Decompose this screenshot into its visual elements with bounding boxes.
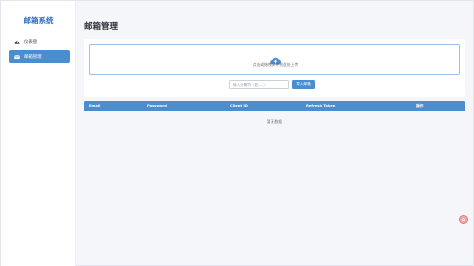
brand-title: 邮箱系统	[23, 16, 54, 25]
separator-input[interactable]	[229, 80, 289, 89]
sidebar-item-email-management[interactable]: 邮箱管理	[9, 50, 70, 63]
dashboard-icon	[14, 39, 20, 45]
floating-action-icon[interactable]: ✿	[459, 215, 468, 224]
sidebar-item-label: 仪表盘	[24, 39, 38, 45]
column-header-email[interactable]: Email	[89, 104, 100, 108]
import-controls: 导入邮箱	[229, 80, 315, 89]
table-header: Email Password Client ID Refresh Token 操…	[84, 101, 465, 111]
column-header-refresh-token[interactable]: Refresh Token	[306, 104, 335, 108]
main-content: 邮箱管理 点击或拖拽文件到此处上传 导入邮箱 Email Password Cl…	[77, 1, 474, 266]
column-header-actions: 操作	[416, 104, 424, 108]
import-button[interactable]: 导入邮箱	[292, 80, 315, 89]
envelope-icon	[14, 54, 20, 60]
import-card: 点击或拖拽文件到此处上传 导入邮箱	[84, 39, 465, 97]
empty-state: 暂无数据	[266, 119, 283, 124]
column-header-client-id[interactable]: Client ID	[230, 104, 248, 108]
sidebar: 邮箱系统 仪表盘 邮箱管理	[1, 1, 76, 266]
column-header-password[interactable]: Password	[147, 104, 167, 108]
sidebar-item-label: 邮箱管理	[24, 54, 42, 60]
cloud-upload-icon	[270, 50, 281, 65]
upload-dropzone[interactable]: 点击或拖拽文件到此处上传	[89, 44, 460, 75]
sidebar-item-dashboard[interactable]: 仪表盘	[9, 35, 70, 48]
upload-hint: 点击或拖拽文件到此处上传	[252, 62, 299, 67]
app-window: 邮箱系统 仪表盘 邮箱管理 邮箱管理 点击或拖拽文件到此处上传 输入分隔符（如-…	[0, 0, 474, 266]
page-title: 邮箱管理	[84, 22, 119, 32]
